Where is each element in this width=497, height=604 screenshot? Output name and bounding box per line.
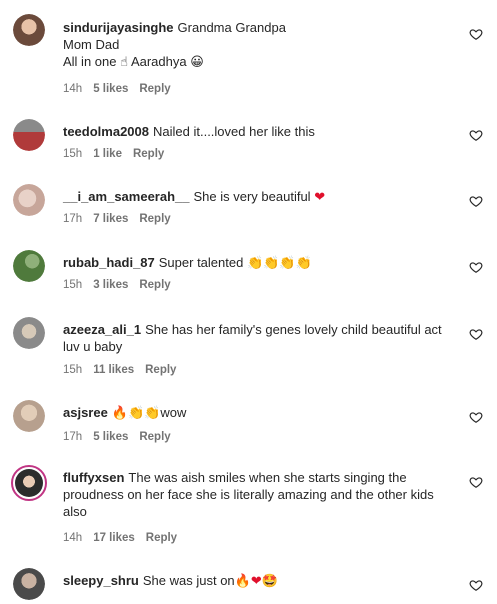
reply-button[interactable]: Reply [139,431,170,443]
avatar[interactable] [13,119,45,151]
comment-time: 17h [63,213,83,225]
comment-time: 17h [63,431,83,443]
comment-username[interactable]: teedolma2008 [63,124,149,139]
comment-username[interactable]: fluffyxsen [63,470,124,485]
heart-icon[interactable] [469,128,483,142]
comment-text-block: asjsree 🔥👏👏wow [63,404,448,422]
comment-likes[interactable]: 7 likes [93,213,128,225]
comment-text: wow [160,405,187,420]
pointing-up-emoji: ☝ [120,55,129,70]
heart-icon[interactable] [469,410,483,424]
comment-text-block: teedolma2008 Nailed it....loved her like … [63,123,448,140]
avatar[interactable] [11,465,47,501]
comment-username[interactable]: sleepy_shru [63,573,139,588]
comment-text-block: sindurijayasinghe Grandma Grandpa Mom Dad… [63,19,448,71]
heart-icon[interactable] [469,578,483,592]
comment-text: She is very beautiful [193,189,311,204]
avatar[interactable] [13,184,45,216]
fire-heart-emoji: 🔥❤🤩 [234,574,278,589]
comment-likes[interactable]: 5 likes [93,83,128,95]
comment-time: 15h [63,279,83,291]
comment-likes[interactable]: 17 likes [93,532,135,544]
avatar[interactable] [13,317,45,349]
heart-icon[interactable] [469,327,483,341]
reply-button[interactable]: Reply [139,213,170,225]
comment-username[interactable]: asjsree [63,405,108,420]
comment-meta: 14h 17 likes Reply [63,531,188,545]
comment-time: 14h [63,532,83,544]
reply-button[interactable]: Reply [146,532,177,544]
comment-likes[interactable]: 3 likes [93,279,128,291]
avatar[interactable] [13,14,45,46]
comment-text-line: All in one [63,54,117,69]
reply-button[interactable]: Reply [145,364,176,376]
avatar[interactable] [13,250,45,282]
grinning-emoji: 😀 [190,55,204,70]
fire-clap-emoji: 🔥👏👏 [111,406,161,421]
comment-time: 15h [63,364,83,376]
comment-text-block: fluffyxsen The was aish smiles when she s… [63,469,448,520]
heart-icon[interactable] [469,475,483,489]
comment-text-block: __i_am_sameerah__ She is very beautiful ❤ [63,188,448,206]
comment-likes[interactable]: 1 like [93,148,122,160]
comment-likes[interactable]: 11 likes [93,364,134,376]
comment-likes[interactable]: 5 likes [93,431,128,443]
clap-emoji: 👏👏👏👏 [246,256,312,271]
comment-username[interactable]: __i_am_sameerah__ [63,189,190,204]
reply-button[interactable]: Reply [133,148,164,160]
avatar[interactable] [13,400,45,432]
reply-button[interactable]: Reply [139,279,170,291]
comment-time: 14h [63,83,83,95]
heart-icon[interactable] [469,194,483,208]
reply-button[interactable]: Reply [139,83,170,95]
comment-meta: 15h 3 likes Reply [63,278,182,292]
comment-text-line: Aaradhya [130,54,187,69]
comment-text: She was just on [142,573,235,588]
heart-icon[interactable] [469,27,483,41]
comment-text: Grandma Grandpa [177,20,286,35]
comment-text-block: azeeza_ali_1 She has her family's genes l… [63,321,448,355]
comment-text-block: rubab_hadi_87 Super talented 👏👏👏👏 [63,254,448,272]
comment-username[interactable]: rubab_hadi_87 [63,255,155,270]
avatar[interactable] [13,568,45,600]
comment-text-block: sleepy_shru She was just on🔥❤🤩 [63,572,448,590]
comment-text: Nailed it....loved her like this [153,124,315,139]
comment-meta: 17h 7 likes Reply [63,212,182,226]
comment-meta: 15h 11 likes Reply [63,363,187,377]
comment-username[interactable]: sindurijayasinghe [63,20,174,35]
comment-meta: 17h 5 likes Reply [63,430,182,444]
comment-text: Super talented [158,255,244,270]
comment-meta: 14h 5 likes Reply [63,82,182,96]
comment-time: 15h [63,148,83,160]
comment-meta: 15h 1 like Reply [63,147,175,161]
comment-username[interactable]: azeeza_ali_1 [63,322,141,337]
heart-emoji: ❤ [314,190,326,205]
heart-icon[interactable] [469,260,483,274]
comment-text-line: Mom Dad [63,37,120,52]
